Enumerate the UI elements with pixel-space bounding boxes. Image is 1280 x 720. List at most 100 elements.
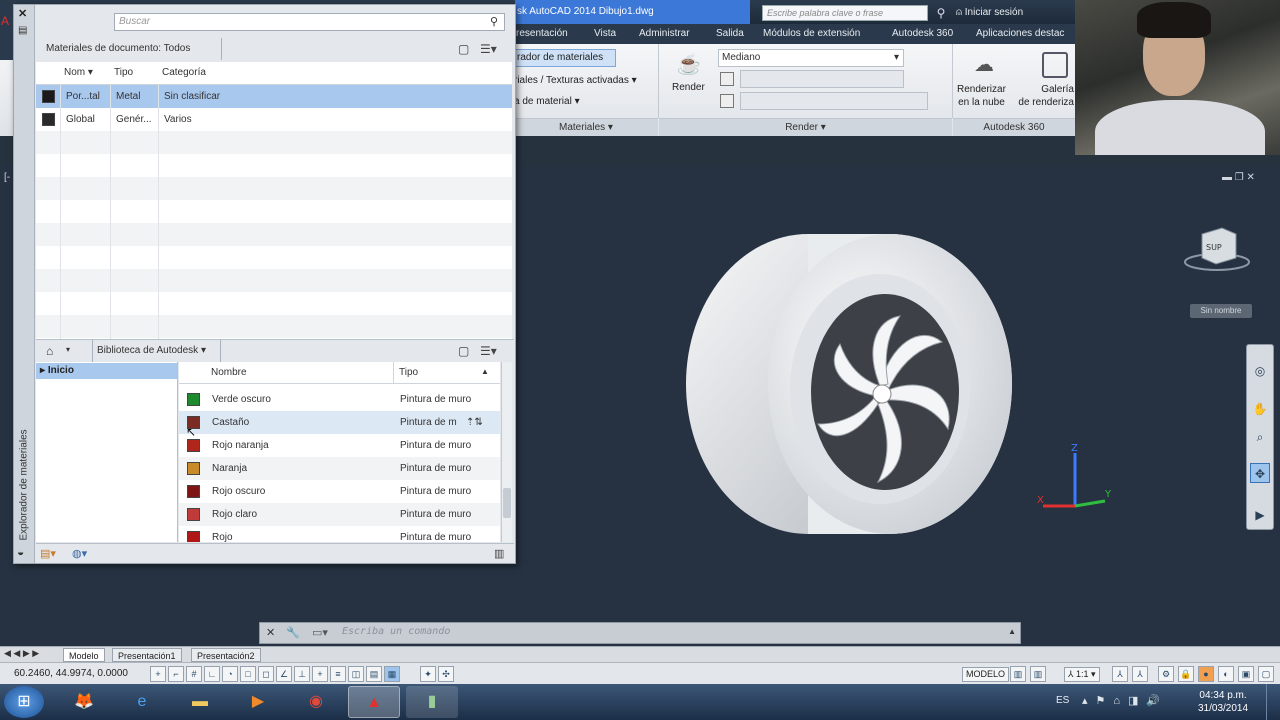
tab-administrar[interactable]: Administrar <box>639 24 690 44</box>
view-toggle-icon[interactable]: ▢ <box>458 42 469 56</box>
library-breadcrumb[interactable]: Biblioteca de Autodesk ▾ <box>92 340 221 362</box>
clock[interactable]: 04:34 p.m. 31/03/2014 <box>1198 689 1248 715</box>
tab-presentacion[interactable]: resentación <box>516 24 568 44</box>
document-materials-breadcrumb[interactable]: Materiales de documento: Todos <box>42 38 222 60</box>
tree-item-inicio[interactable]: ▸ Inicio <box>36 363 177 379</box>
chevron-down-icon[interactable]: ▾ <box>66 345 70 354</box>
gallery-button[interactable]: Galería de renderiza <box>1016 83 1074 109</box>
col-nombre[interactable]: Nom ▾ <box>64 67 93 78</box>
col-categoria[interactable]: Categoría <box>162 67 206 78</box>
sort-arrow-icon[interactable]: ▲ <box>481 367 489 376</box>
isolate-objects-icon[interactable]: ◐ <box>1218 666 1234 682</box>
explorer-folder-icon[interactable]: ▬ <box>174 686 226 718</box>
viewport-label[interactable]: [- <box>4 172 10 183</box>
am-icon[interactable]: ✦ <box>420 666 436 682</box>
render-field-1[interactable] <box>740 70 904 88</box>
model-space-toggle[interactable]: MODELO <box>962 667 1010 682</box>
render-button[interactable]: Render <box>672 82 705 93</box>
search-icon[interactable]: ⚲ <box>490 15 498 28</box>
customize-icon[interactable]: 🔧 <box>286 626 300 639</box>
infer-constraints-icon[interactable]: + <box>150 666 166 682</box>
close-icon[interactable]: ✕ <box>266 626 275 639</box>
sc-icon[interactable]: ▦ <box>384 666 400 682</box>
home-icon[interactable]: ⌂ <box>46 344 53 358</box>
chevron-down-icon[interactable]: ▲ <box>1008 627 1016 636</box>
cloud-render-icon[interactable]: ☁ <box>970 52 998 78</box>
pan-hand-icon[interactable]: ✋ <box>1250 399 1270 419</box>
ducs-icon[interactable]: ⊥ <box>294 666 310 682</box>
render-output-icon[interactable] <box>720 94 734 108</box>
list-options-icon[interactable]: ☰▾ <box>480 344 497 358</box>
ortho-icon[interactable]: ∟ <box>204 666 220 682</box>
lineweight-icon[interactable]: ≡ <box>330 666 346 682</box>
table-row[interactable]: Rojo naranja Pintura de muro <box>179 434 500 457</box>
annotation-icon[interactable]: ✣ <box>438 666 454 682</box>
annotation-visibility-icon[interactable]: ⅄ <box>1112 666 1128 682</box>
autocad-logo-icon[interactable]: A <box>1 14 11 28</box>
binoculars-icon[interactable]: ⚲ <box>932 4 950 22</box>
recorder-taskbar-icon[interactable]: ▮ <box>406 686 458 718</box>
create-material-icon[interactable]: ◍▾ <box>72 547 87 560</box>
show-desktop-button[interactable] <box>1266 684 1280 720</box>
qp-icon[interactable]: ▤ <box>366 666 382 682</box>
language-indicator[interactable]: ES <box>1056 695 1069 706</box>
command-line[interactable]: ✕ 🔧 ▭▾ Escriba un comando ▲ <box>259 622 1021 644</box>
tab-vista[interactable]: Vista <box>594 24 616 44</box>
start-button[interactable]: ⊞ <box>4 686 44 718</box>
autocad-taskbar-icon[interactable]: ▲ <box>348 686 400 718</box>
transparency-icon[interactable]: ◫ <box>348 666 364 682</box>
wcs-menu[interactable]: Sin nombre <box>1190 304 1252 318</box>
chrome-icon[interactable]: ◉ <box>290 686 342 718</box>
table-row[interactable]: Naranja Pintura de muro <box>179 457 500 480</box>
tab-salida[interactable]: Salida <box>716 24 744 44</box>
workspace-icon[interactable]: ⚙ <box>1158 666 1174 682</box>
material-map-button[interactable]: a de material ▾ <box>514 96 580 107</box>
hardware-accel-icon[interactable]: ● <box>1198 666 1214 682</box>
help-search-input[interactable]: Escribe palabra clave o frase <box>762 5 928 21</box>
panel-title-materials[interactable]: Materiales ▾ <box>514 118 658 136</box>
command-input[interactable]: Escriba un comando <box>342 626 450 637</box>
quick-view-drawings-icon[interactable]: ▥ <box>1030 666 1046 682</box>
otrack-icon[interactable]: ∠ <box>276 666 292 682</box>
wheel-model[interactable] <box>680 224 1020 544</box>
col-nombre[interactable]: Nombre <box>211 367 247 378</box>
library-scrollbar[interactable] <box>501 362 512 542</box>
viewport-window-controls[interactable]: ▬ ❐ ✕ <box>1222 172 1255 183</box>
tray-icons[interactable]: ▴⚑⌂◨🔊 <box>1082 694 1168 707</box>
quick-view-layouts-icon[interactable]: ▥ <box>1010 666 1026 682</box>
palette-properties-icon[interactable]: ▤ <box>18 25 27 36</box>
table-row[interactable]: Rojo oscuro Pintura de muro <box>179 480 500 503</box>
gallery-icon[interactable] <box>1042 52 1068 78</box>
fullscreen-icon[interactable]: ▢ <box>1258 666 1274 682</box>
render-quality-select[interactable]: Mediano ▾ <box>718 49 904 67</box>
view-toggle-icon[interactable]: ▢ <box>458 344 469 358</box>
media-player-icon[interactable]: ▶ <box>232 686 284 718</box>
steering-wheel-icon[interactable]: ◎ <box>1250 361 1270 381</box>
table-row[interactable]: Rojo claro Pintura de muro <box>179 503 500 526</box>
panel-title-a360[interactable]: Autodesk 360 <box>953 118 1075 136</box>
tab-modelo[interactable]: Modelo <box>63 648 105 662</box>
auto-scale-icon[interactable]: ⅄ <box>1132 666 1148 682</box>
teapot-render-icon[interactable]: ☕ <box>676 52 702 76</box>
materials-browser-button[interactable]: rador de materiales <box>514 49 616 67</box>
coordinates[interactable]: 60.2460, 44.9974, 0.0000 <box>14 668 128 679</box>
tab-modulos[interactable]: Módulos de extensión <box>763 24 860 44</box>
close-icon[interactable]: ✕ <box>1247 172 1255 183</box>
materials-search-input[interactable]: Buscar <box>114 13 505 31</box>
scrollbar-thumb[interactable] <box>503 488 511 518</box>
tab-autodesk360[interactable]: Autodesk 360 <box>892 24 953 44</box>
lock-icon[interactable]: 🔒 <box>1178 666 1194 682</box>
render-output-field[interactable] <box>740 92 928 110</box>
tab-presentacion2[interactable]: Presentación2 <box>191 648 261 662</box>
snap-icon[interactable]: ⌐ <box>168 666 184 682</box>
signin-button[interactable]: ⍝ Iniciar sesión <box>956 4 1023 22</box>
render-cloud-button[interactable]: Renderizar en la nube <box>957 83 1006 109</box>
tab-aplicaciones[interactable]: Aplicaciones destac <box>976 24 1064 44</box>
panel-title-render[interactable]: Render ▾ <box>659 118 952 136</box>
close-icon[interactable]: ✕ <box>18 7 27 20</box>
viewcube[interactable]: SUP <box>1182 222 1252 272</box>
osnap-icon[interactable]: □ <box>240 666 256 682</box>
internet-explorer-icon[interactable]: e <box>116 686 168 718</box>
table-row[interactable]: Castaño Pintura de m ⇡⇅ <box>179 411 500 434</box>
table-row[interactable]: Rojo Pintura de muro <box>179 526 500 542</box>
